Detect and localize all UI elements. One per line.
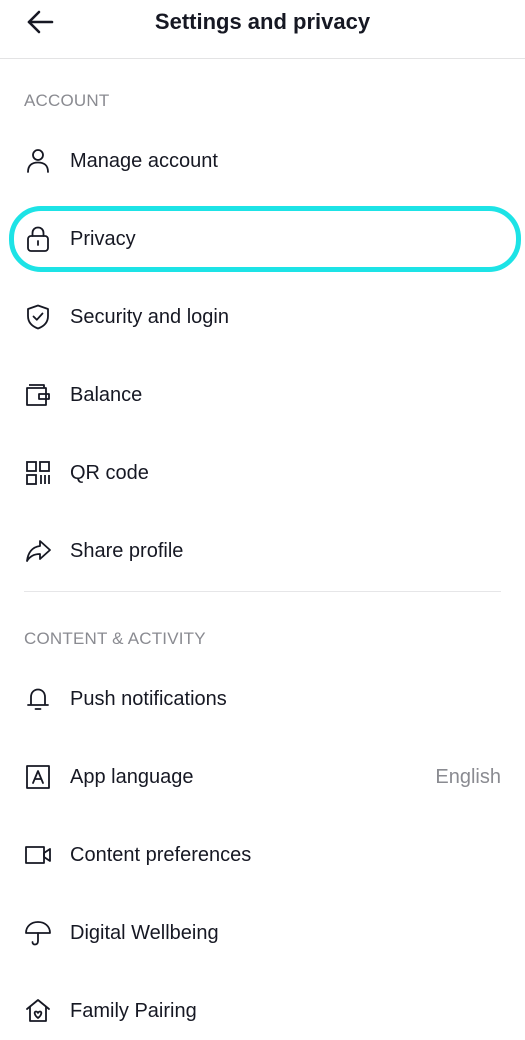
language-icon [24, 763, 52, 791]
menu-item-label: Content preferences [70, 844, 252, 866]
header-bar: Settings and privacy [0, 0, 525, 59]
menu-item-digital-wellbeing[interactable]: Digital Wellbeing [0, 902, 525, 962]
menu-item-label: Share profile [70, 540, 184, 562]
menu-item-qr-code[interactable]: QR code [0, 442, 525, 502]
shield-check-icon [24, 303, 52, 331]
menu-item-label: Manage account [70, 150, 218, 172]
section-divider [24, 591, 501, 592]
menu-item-family-pairing[interactable]: Family Pairing [0, 980, 525, 1040]
wallet-icon [24, 381, 52, 409]
menu-item-security-login[interactable]: Security and login [0, 286, 525, 346]
menu-item-label: Family Pairing [70, 1000, 197, 1022]
menu-item-app-language[interactable]: App language English [0, 746, 525, 806]
menu-item-label: Digital Wellbeing [70, 922, 219, 944]
menu-item-label: Push notifications [70, 688, 227, 710]
qr-code-icon [24, 459, 52, 487]
menu-item-label: QR code [70, 462, 149, 484]
umbrella-icon [24, 919, 52, 947]
menu-item-manage-account[interactable]: Manage account [0, 130, 525, 190]
menu-item-label: Balance [70, 384, 143, 406]
menu-item-privacy[interactable]: Privacy [0, 208, 525, 268]
menu-item-push-notifications[interactable]: Push notifications [0, 668, 525, 728]
menu-item-label: App language [70, 766, 194, 788]
lock-icon [24, 225, 52, 253]
person-icon [24, 147, 52, 175]
bell-icon [24, 685, 52, 713]
video-camera-icon [24, 841, 52, 869]
section-title-account: ACCOUNT [24, 91, 110, 110]
menu-item-label: Privacy [70, 228, 136, 250]
menu-item-content-preferences[interactable]: Content preferences [0, 824, 525, 884]
section-title-content-activity: CONTENT & ACTIVITY [24, 629, 206, 648]
menu-item-balance[interactable]: Balance [0, 364, 525, 424]
page-title: Settings and privacy [154, 9, 371, 34]
language-value: English [435, 766, 501, 788]
menu-item-label: Security and login [70, 306, 229, 328]
family-house-icon [24, 997, 52, 1025]
menu-item-share-profile[interactable]: Share profile [0, 520, 525, 580]
share-arrow-icon [24, 537, 52, 565]
